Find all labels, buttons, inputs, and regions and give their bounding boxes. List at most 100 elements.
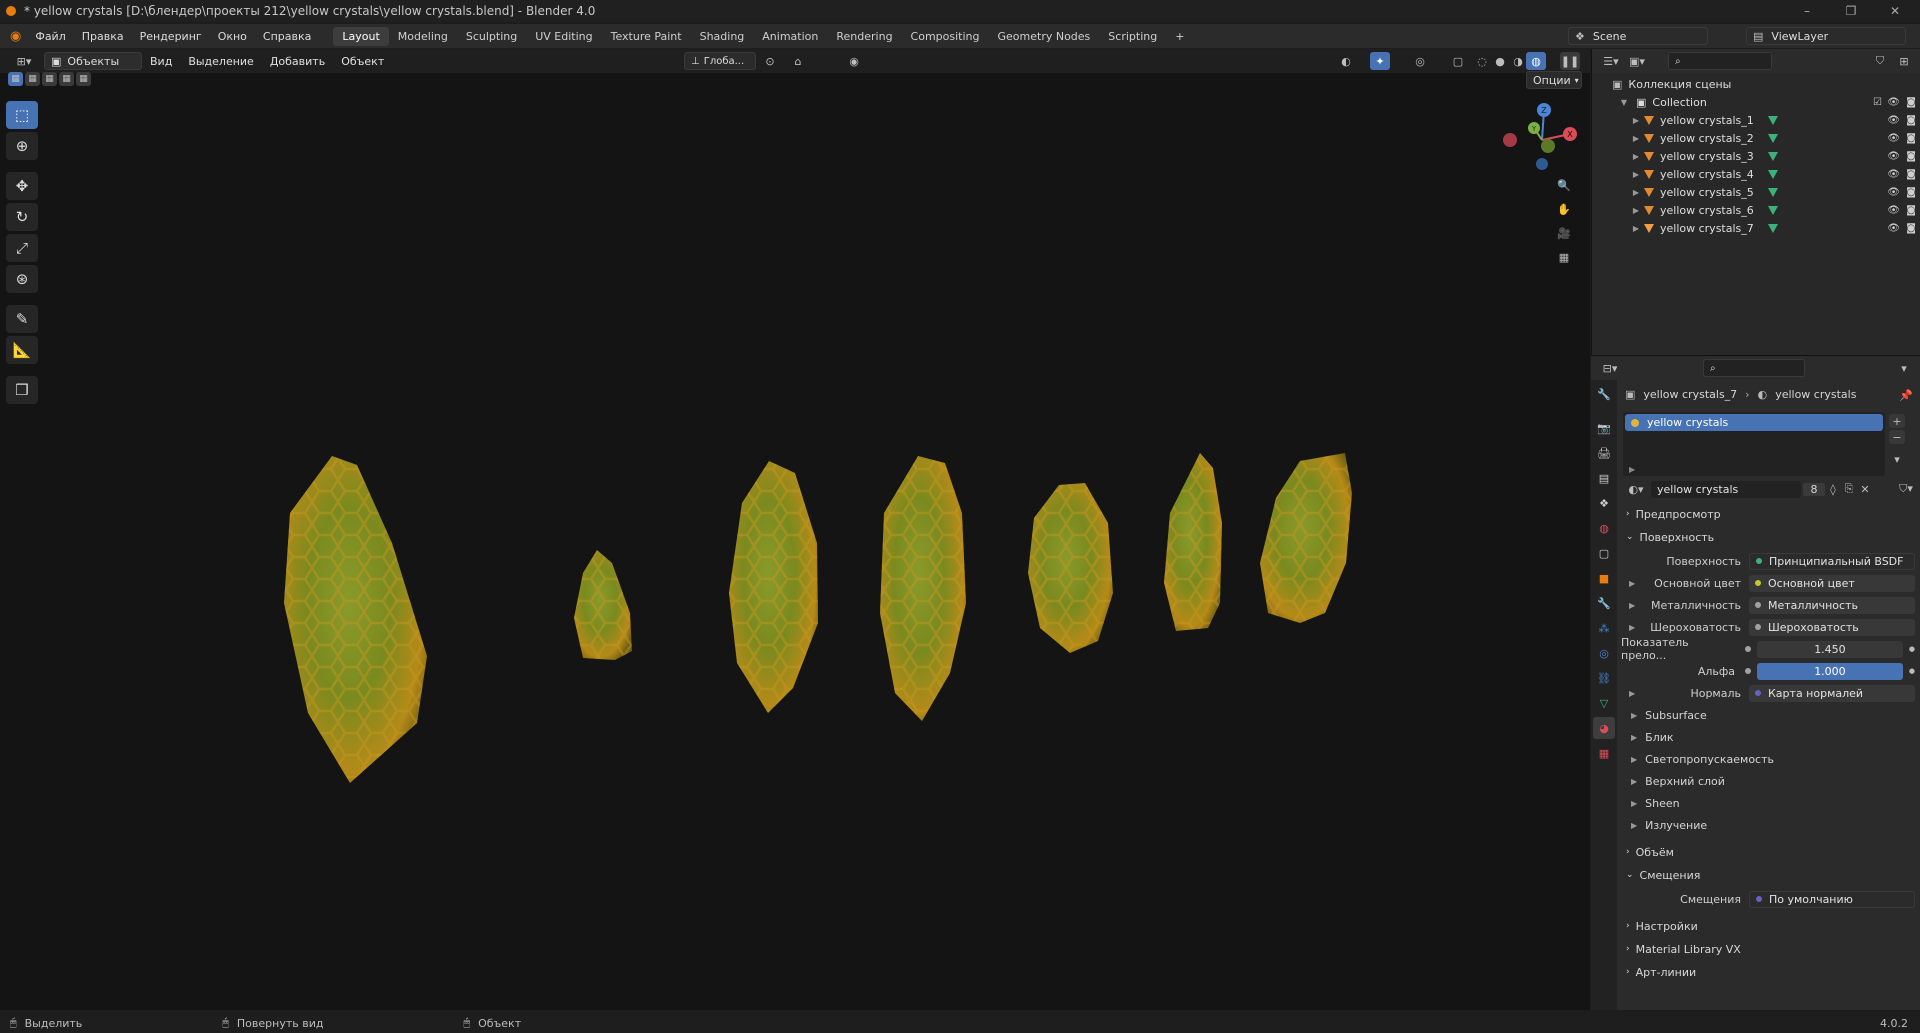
- camera-icon[interactable]: ◙: [1906, 223, 1916, 234]
- subsection-sheen[interactable]: ▶ Sheen: [1631, 794, 1680, 812]
- collection-tab-icon[interactable]: ▢: [1593, 542, 1615, 564]
- eye-icon[interactable]: 👁: [1887, 151, 1900, 162]
- camera-icon[interactable]: ◙: [1906, 133, 1916, 144]
- eye-icon[interactable]: 👁: [1887, 169, 1900, 180]
- outliner-scene-collection[interactable]: ▣ Коллекция сцены: [1592, 75, 1920, 93]
- gizmo-toggle-icon[interactable]: ✦: [1370, 52, 1390, 70]
- transform-orientation-dropdown[interactable]: ⊥ Глоба...: [684, 52, 756, 70]
- menu-window[interactable]: Окно: [210, 30, 255, 43]
- chevron-down-icon[interactable]: ▾: [1894, 359, 1914, 377]
- menu-select[interactable]: Выделение: [180, 55, 262, 68]
- menu-add[interactable]: Добавить: [262, 55, 333, 68]
- render-tab-icon[interactable]: 📷: [1593, 417, 1615, 439]
- exclude-checkbox-icon[interactable]: ☑: [1873, 97, 1882, 108]
- camera-icon[interactable]: ◙: [1906, 169, 1916, 180]
- outliner-editor-type-icon[interactable]: ☰▾: [1598, 52, 1624, 70]
- metallic-field[interactable]: Металличность: [1749, 596, 1915, 614]
- shading-wireframe-icon[interactable]: ◌: [1472, 52, 1492, 70]
- expand-arrow-icon[interactable]: ▶: [1629, 579, 1635, 588]
- outliner-object-row[interactable]: ▶ yellow crystals_3 👁 ◙: [1592, 147, 1920, 165]
- expand-arrow-icon[interactable]: ▶: [1630, 224, 1642, 233]
- world-tab-icon[interactable]: ◍: [1593, 517, 1615, 539]
- expand-arrow-icon[interactable]: ▶: [1629, 689, 1635, 698]
- shading-solid-icon[interactable]: ●: [1490, 52, 1510, 70]
- zoom-icon[interactable]: 🔍: [1554, 176, 1574, 194]
- tab-modeling[interactable]: Modeling: [389, 27, 457, 46]
- eye-icon[interactable]: 👁: [1887, 205, 1900, 216]
- eye-icon[interactable]: 👁: [1887, 133, 1900, 144]
- tab-shading[interactable]: Shading: [691, 27, 754, 46]
- mesh-data-icon[interactable]: [1768, 151, 1778, 161]
- camera-icon[interactable]: ◙: [1906, 97, 1916, 108]
- roughness-field[interactable]: Шероховатость: [1749, 618, 1915, 636]
- ior-field[interactable]: 1.450: [1757, 640, 1903, 658]
- outliner-object-row[interactable]: ▶ yellow crystals_2 👁 ◙: [1592, 129, 1920, 147]
- crystal-6[interactable]: [1164, 453, 1222, 631]
- menu-help[interactable]: Справка: [255, 30, 319, 43]
- displacement-field[interactable]: По умолчанию: [1749, 890, 1915, 908]
- camera-icon[interactable]: ◙: [1906, 115, 1916, 126]
- navigation-gizmo[interactable]: Z X Y: [1500, 100, 1580, 180]
- camera-icon[interactable]: ◙: [1906, 151, 1916, 162]
- blender-menu-icon[interactable]: ◉: [10, 29, 21, 44]
- properties-search[interactable]: ⌕: [1703, 359, 1805, 377]
- expand-arrow-icon[interactable]: ▶: [1630, 116, 1642, 125]
- material-filter-icon[interactable]: ⛉▾: [1896, 480, 1916, 498]
- tab-animation[interactable]: Animation: [753, 27, 827, 46]
- keyframe-dot-icon[interactable]: ●: [1909, 645, 1915, 653]
- mesh-data-icon[interactable]: [1768, 133, 1778, 143]
- panel-lineart[interactable]: › Арт-линии: [1618, 962, 1913, 982]
- properties-editor-type-icon[interactable]: ⊟▾: [1597, 359, 1623, 377]
- outliner-object-row[interactable]: ▶ yellow crystals_1 👁 ◙: [1592, 111, 1920, 129]
- tab-compositing[interactable]: Compositing: [902, 27, 989, 46]
- mesh-data-icon[interactable]: [1768, 223, 1778, 233]
- expand-arrow-icon[interactable]: ▶: [1630, 206, 1642, 215]
- crystal-3[interactable]: [729, 461, 818, 713]
- outliner-collection[interactable]: ▼ ▣ Collection ☑ 👁 ◙: [1592, 93, 1920, 111]
- view-layer-selector[interactable]: ▤ ViewLayer: [1746, 27, 1906, 45]
- subsection-specular[interactable]: ▶ Блик: [1631, 728, 1674, 746]
- constraints-tab-icon[interactable]: ⛓: [1593, 667, 1615, 689]
- duplicate-material-icon[interactable]: ⎘: [1841, 480, 1857, 498]
- physics-tab-icon[interactable]: ◎: [1593, 642, 1615, 664]
- panel-surface[interactable]: ⌄ Поверхность: [1618, 527, 1913, 547]
- tab-geometry-nodes[interactable]: Geometry Nodes: [989, 27, 1100, 46]
- crystal-5[interactable]: [1028, 483, 1113, 653]
- fake-user-icon[interactable]: ◊: [1825, 480, 1841, 498]
- subsection-subsurface[interactable]: ▶ Subsurface: [1631, 706, 1707, 724]
- menu-edit[interactable]: Правка: [74, 30, 132, 43]
- tab-texture-paint[interactable]: Texture Paint: [602, 27, 691, 46]
- crystal-7[interactable]: [1260, 453, 1352, 623]
- material-name-field[interactable]: yellow crystals: [1651, 480, 1801, 498]
- pin-icon[interactable]: 📌: [1896, 386, 1916, 404]
- outliner-object-row[interactable]: ▶ yellow crystals_6 👁 ◙: [1592, 201, 1920, 219]
- expand-arrow-icon[interactable]: ▶: [1630, 134, 1642, 143]
- add-workspace-button[interactable]: +: [1166, 27, 1193, 46]
- expand-arrow-icon[interactable]: ▶: [1630, 170, 1642, 179]
- outliner-search[interactable]: ⌕: [1668, 52, 1772, 70]
- scene-tab-icon[interactable]: ❖: [1593, 492, 1615, 514]
- tab-layout[interactable]: Layout: [333, 26, 389, 46]
- expand-arrow-icon[interactable]: ▶: [1630, 152, 1642, 161]
- modifier-tab-icon[interactable]: 🔧: [1593, 592, 1615, 614]
- texture-tab-icon[interactable]: ▦: [1593, 742, 1615, 764]
- output-tab-icon[interactable]: 🖨: [1593, 442, 1615, 464]
- expand-arrow-icon[interactable]: ▶: [1629, 465, 1635, 474]
- panel-volume[interactable]: › Объём: [1618, 842, 1913, 862]
- shading-rendered-icon[interactable]: ◍: [1526, 52, 1546, 70]
- tab-sculpting[interactable]: Sculpting: [457, 27, 526, 46]
- slot-specials-icon[interactable]: ▾: [1889, 452, 1905, 466]
- scene-selector[interactable]: ❖ Scene: [1568, 27, 1708, 45]
- eye-icon[interactable]: 👁: [1887, 223, 1900, 234]
- pan-hand-icon[interactable]: ✋: [1554, 200, 1574, 218]
- editor-type-icon[interactable]: ⊞▾: [10, 52, 38, 70]
- mesh-data-icon[interactable]: [1768, 169, 1778, 179]
- material-slot[interactable]: yellow crystals: [1625, 414, 1883, 431]
- menu-render[interactable]: Рендеринг: [132, 30, 210, 43]
- expand-arrow-icon[interactable]: ▶: [1630, 188, 1642, 197]
- proportional-edit-icon[interactable]: ◉: [844, 52, 864, 70]
- crystal-1[interactable]: [284, 456, 427, 783]
- particles-tab-icon[interactable]: ⁂: [1593, 617, 1615, 639]
- outliner-object-row[interactable]: ▶ yellow crystals_5 👁 ◙: [1592, 183, 1920, 201]
- overlay-icon[interactable]: ◎: [1410, 52, 1430, 70]
